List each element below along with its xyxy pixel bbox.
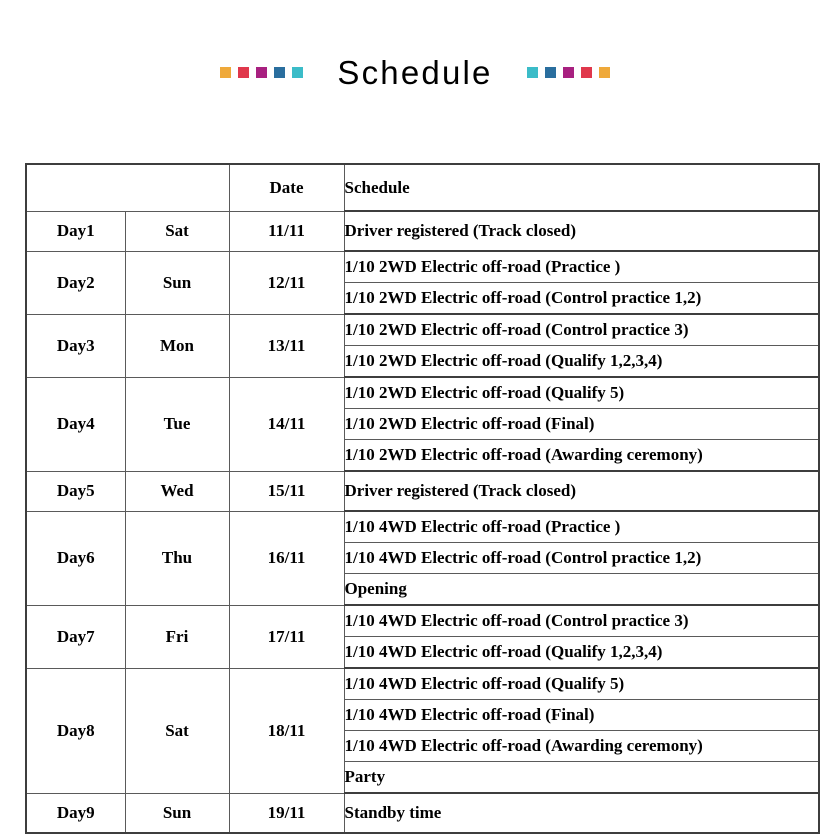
- cell-weekday-day4: Tue: [124, 376, 230, 472]
- decorative-square-left-1: [220, 66, 232, 78]
- decorative-square-right-4: [580, 66, 592, 78]
- cell-event: 1/10 2WD Electric off-road (Control prac…: [343, 313, 820, 346]
- cell-weekday-day8: Sat: [124, 667, 230, 794]
- cell-date-day9: 19/11: [228, 792, 345, 834]
- cell-date-day7: 17/11: [228, 604, 345, 669]
- cell-day-day3: Day3: [25, 313, 126, 378]
- cell-day-day1: Day1: [25, 210, 126, 252]
- page-title: Schedule: [337, 53, 493, 91]
- cell-event: 1/10 4WD Electric off-road (Qualify 1,2,…: [343, 636, 820, 669]
- table-row: Day7 Fri 17/11 1/10 4WD Electric off-road (…: [25, 604, 820, 669]
- table-row: Day1 Sat 11/11 Driver registered (Track clo…: [25, 210, 820, 252]
- table-row: Day2 Sun 12/11 1/10 2WD Electric off-road (…: [25, 250, 820, 315]
- decorative-square-left-5: [292, 66, 304, 78]
- cell-event: 1/10 2WD Electric off-road (Control prac…: [343, 282, 820, 315]
- cell-date-day3: 13/11: [228, 313, 345, 378]
- schedule-table-container: Date Schedule Day1 Sat 11/11 Driver registere…: [25, 163, 820, 834]
- cell-day-day7: Day7: [25, 604, 126, 669]
- cell-date-day5: 15/11: [228, 470, 345, 512]
- cell-day-day4: Day4: [25, 376, 126, 472]
- title-banner: Schedule: [0, 48, 830, 96]
- decorative-squares-right: [526, 66, 610, 78]
- cell-day-day5: Day5: [25, 470, 126, 512]
- cell-event: 1/10 2WD Electric off-road (Practice ): [343, 250, 820, 283]
- cell-event: 1/10 4WD Electric off-road (Control prac…: [343, 604, 820, 637]
- decorative-square-right-2: [544, 66, 556, 78]
- cell-weekday-day7: Fri: [124, 604, 230, 669]
- decorative-square-right-1: [526, 66, 538, 78]
- table-header-row: Date Schedule: [25, 163, 820, 212]
- cell-event: 1/10 4WD Electric off-road (Qualify 5): [343, 667, 820, 700]
- cell-event: Driver registered (Track closed): [343, 210, 820, 252]
- cell-weekday-day1: Sat: [124, 210, 230, 252]
- cell-weekday-day5: Wed: [124, 470, 230, 512]
- table-row: Day3 Mon 13/11 1/10 2WD Electric off-road (…: [25, 313, 820, 378]
- cell-event: 1/10 2WD Electric off-road (Final): [343, 408, 820, 440]
- cell-date-day8: 18/11: [228, 667, 345, 794]
- decorative-square-left-4: [274, 66, 286, 78]
- decorative-square-right-5: [598, 66, 610, 78]
- cell-date-day4: 14/11: [228, 376, 345, 472]
- table-row: Day5 Wed 15/11 Driver registered (Track clo…: [25, 470, 820, 512]
- decorative-square-right-3: [562, 66, 574, 78]
- schedule-table: Date Schedule Day1 Sat 11/11 Driver registere…: [25, 163, 820, 834]
- cell-weekday-day3: Mon: [124, 313, 230, 378]
- cell-event: Opening: [343, 573, 820, 606]
- header-cell-date: Date: [228, 163, 345, 212]
- table-row: Day8 Sat 18/11 1/10 4WD Electric off-road (…: [25, 667, 820, 794]
- cell-event: 1/10 4WD Electric off-road (Final): [343, 699, 820, 731]
- cell-event: 1/10 2WD Electric off-road (Awarding cer…: [343, 439, 820, 472]
- cell-event: 1/10 2WD Electric off-road (Qualify 1,2,…: [343, 345, 820, 378]
- cell-date-day6: 16/11: [228, 510, 345, 606]
- decorative-square-left-2: [238, 66, 250, 78]
- header-cell-blank: [25, 163, 230, 212]
- header-cell-schedule: Schedule: [343, 163, 820, 212]
- cell-event: 1/10 4WD Electric off-road (Control prac…: [343, 542, 820, 574]
- cell-weekday-day9: Sun: [124, 792, 230, 834]
- table-row: Day9 Sun 19/11 Standby time: [25, 792, 820, 834]
- cell-event: 1/10 4WD Electric off-road (Awarding cer…: [343, 730, 820, 762]
- cell-day-day9: Day9: [25, 792, 126, 834]
- cell-weekday-day6: Thu: [124, 510, 230, 606]
- cell-event: Party: [343, 761, 820, 794]
- cell-event: 1/10 2WD Electric off-road (Qualify 5): [343, 376, 820, 409]
- cell-date-day2: 12/11: [228, 250, 345, 315]
- cell-date-day1: 11/11: [228, 210, 345, 252]
- cell-day-day8: Day8: [25, 667, 126, 794]
- cell-weekday-day2: Sun: [124, 250, 230, 315]
- table-row: Day6 Thu 16/11 1/10 4WD Electric off-road (…: [25, 510, 820, 606]
- cell-day-day2: Day2: [25, 250, 126, 315]
- table-row: Day4 Tue 14/11 1/10 2WD Electric off-road (…: [25, 376, 820, 472]
- decorative-square-left-3: [256, 66, 268, 78]
- cell-event: Standby time: [343, 792, 820, 834]
- cell-event: 1/10 4WD Electric off-road (Practice ): [343, 510, 820, 543]
- cell-event: Driver registered (Track closed): [343, 470, 820, 512]
- cell-day-day6: Day6: [25, 510, 126, 606]
- decorative-squares-left: [220, 66, 304, 78]
